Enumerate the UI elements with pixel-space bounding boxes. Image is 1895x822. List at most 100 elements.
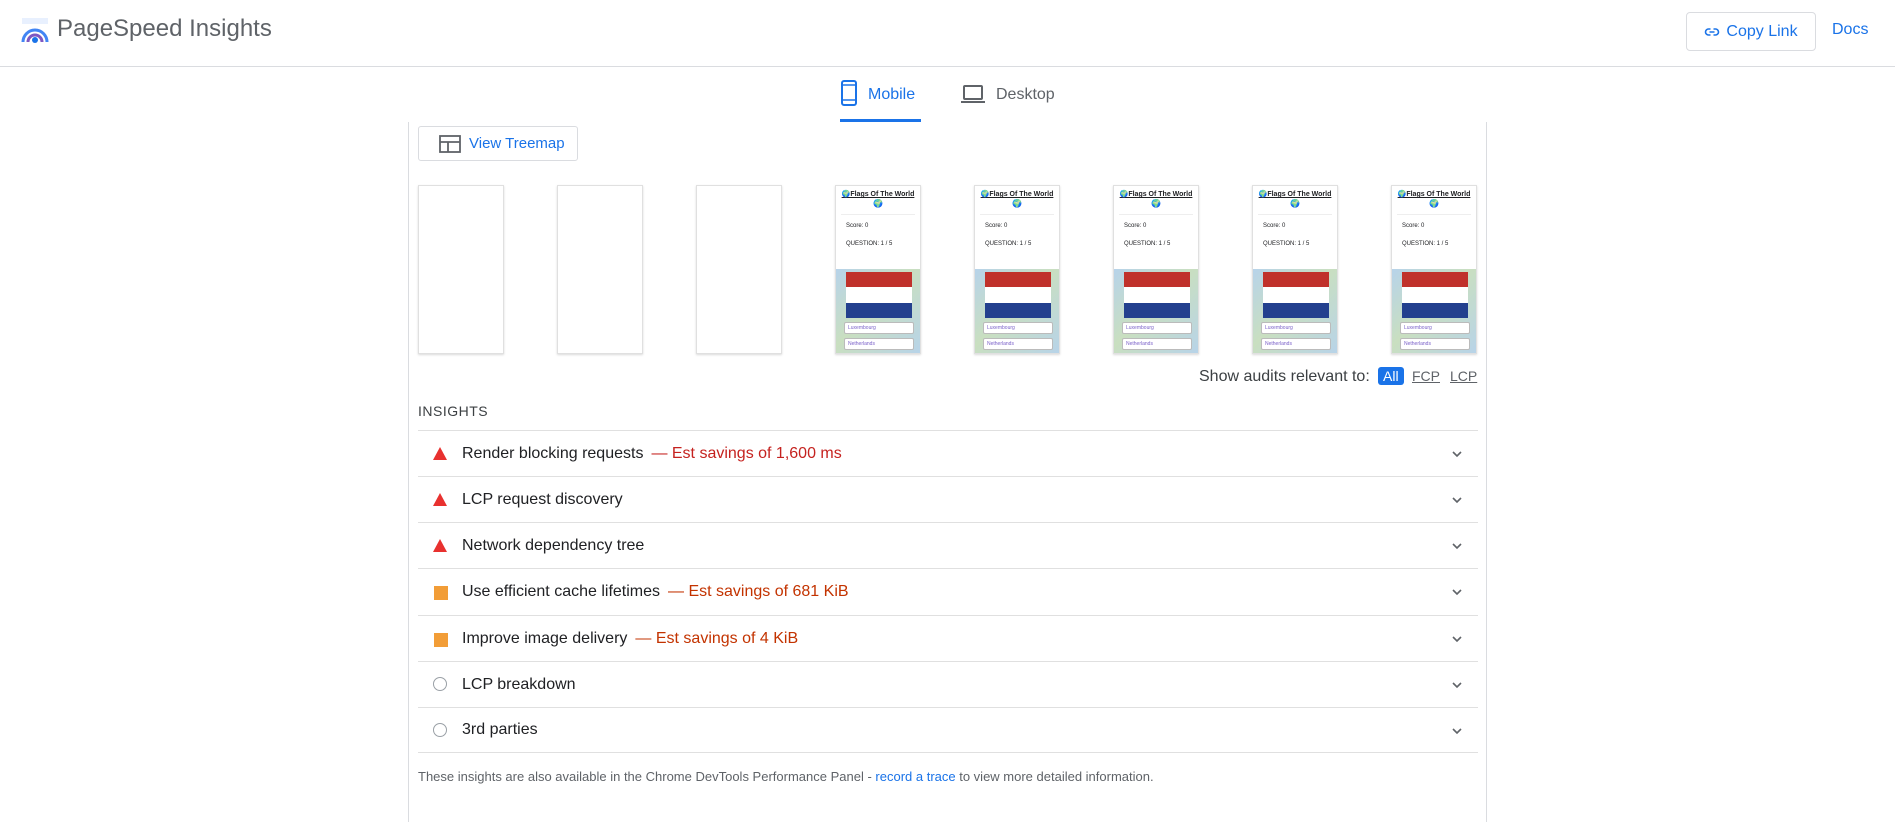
tab-desktop[interactable]: Desktop <box>960 80 1055 122</box>
flag-stripe <box>1124 302 1190 318</box>
frame-score-card: Score: 0 QUESTION: 1 / 5 <box>841 214 915 266</box>
insight-title-wrap: Network dependency tree <box>462 537 644 555</box>
insight-title-wrap: 3rd parties <box>462 721 538 739</box>
tab-mobile[interactable]: Mobile <box>840 80 921 122</box>
frame-flag <box>846 272 912 318</box>
record-trace-link[interactable]: record a trace <box>875 769 955 784</box>
filmstrip-frame: 🌍Flags Of The World 🌍 Score: 0 QUESTION: 1 … <box>974 185 1060 354</box>
chevron-down-icon <box>1452 451 1462 458</box>
frame-title: 🌍Flags Of The World <box>1397 191 1471 198</box>
treemap-icon <box>439 134 461 153</box>
filter-fcp[interactable]: FCP <box>1412 368 1440 384</box>
frame-question: QUESTION: 1 / 5 <box>1402 241 1449 247</box>
flag-stripe <box>1402 302 1468 318</box>
filmstrip-frame <box>418 185 504 354</box>
filmstrip-frame <box>696 185 782 354</box>
frame-option: Luxembourg <box>844 322 914 334</box>
frame-question: QUESTION: 1 / 5 <box>846 241 893 247</box>
filter-lcp[interactable]: LCP <box>1450 368 1477 384</box>
flag-stripe <box>985 287 1051 303</box>
insight-title: LCP breakdown <box>462 675 576 693</box>
copy-link-button[interactable]: Copy Link <box>1686 12 1816 51</box>
fail-triangle-icon <box>433 538 447 552</box>
insight-savings: — Est savings of 4 KiB <box>635 629 799 647</box>
frame-map: Luxembourg Netherlands <box>1253 269 1337 353</box>
filmstrip-frame: 🌍Flags Of The World 🌍 Score: 0 QUESTION: 1 … <box>1252 185 1338 354</box>
pagespeed-logo-icon <box>21 18 49 43</box>
frame-option: Netherlands <box>844 338 914 350</box>
laptop-icon <box>961 85 985 103</box>
filmstrip-frame: 🌍Flags Of The World 🌍 Score: 0 QUESTION: 1 … <box>835 185 921 354</box>
insight-savings: — Est savings of 681 KiB <box>668 582 849 600</box>
average-square-icon <box>434 586 448 600</box>
insight-title: LCP request discovery <box>462 490 623 508</box>
frame-option: Luxembourg <box>983 322 1053 334</box>
app-title: PageSpeed Insights <box>57 15 272 42</box>
insight-title-wrap: Improve image delivery — Est savings of 4… <box>462 630 798 648</box>
frame-title: 🌍Flags Of The World <box>1258 191 1332 198</box>
chevron-down-icon <box>1452 682 1462 689</box>
insight-title: Improve image delivery <box>462 629 628 647</box>
filter-all[interactable]: All <box>1378 367 1404 385</box>
insight-network-dependency-tree[interactable]: Network dependency tree <box>418 522 1478 568</box>
footer-text-after: to view more detailed information. <box>955 769 1154 784</box>
flag-stripe <box>985 302 1051 318</box>
view-treemap-button[interactable]: View Treemap <box>418 126 578 161</box>
globe-icon: 🌍 <box>1429 199 1439 208</box>
info-circle-icon <box>433 677 447 691</box>
fail-triangle-icon <box>433 492 447 506</box>
insight-lcp-request-discovery[interactable]: LCP request discovery <box>418 476 1478 522</box>
frame-map: Luxembourg Netherlands <box>1392 269 1476 353</box>
tab-desktop-label: Desktop <box>996 86 1055 103</box>
globe-icon: 🌍 <box>873 199 883 208</box>
frame-title: 🌍Flags Of The World <box>1119 191 1193 198</box>
footer-text-before: These insights are also available in the… <box>418 769 876 784</box>
frame-option: Luxembourg <box>1261 322 1331 334</box>
flag-stripe <box>1263 272 1329 288</box>
insight-lcp-breakdown[interactable]: LCP breakdown <box>418 661 1478 707</box>
insight-title-wrap: LCP request discovery <box>462 491 623 509</box>
show-audits-label: Show audits relevant to: <box>1199 368 1370 385</box>
frame-flag <box>985 272 1051 318</box>
filmstrip-frame: 🌍Flags Of The World 🌍 Score: 0 QUESTION: 1 … <box>1391 185 1477 354</box>
insight-title: Use efficient cache lifetimes <box>462 582 661 600</box>
globe-icon: 🌍 <box>1151 199 1161 208</box>
flag-stripe <box>1402 272 1468 288</box>
link-icon <box>1705 27 1720 36</box>
frame-option: Netherlands <box>1122 338 1192 350</box>
frame-question: QUESTION: 1 / 5 <box>985 241 1032 247</box>
docs-link[interactable]: Docs <box>1832 21 1868 39</box>
frame-title: 🌍Flags Of The World <box>980 191 1054 198</box>
flag-stripe <box>985 272 1051 288</box>
average-square-icon <box>434 633 448 647</box>
tab-mobile-label: Mobile <box>868 86 916 103</box>
insight-3rd-parties[interactable]: 3rd parties <box>418 707 1478 753</box>
insight-render-blocking[interactable]: Render blocking requests — Est savings of… <box>418 430 1478 476</box>
insight-cache-lifetimes[interactable]: Use efficient cache lifetimes — Est savin… <box>418 568 1478 614</box>
chevron-down-icon <box>1452 636 1462 643</box>
insight-title-wrap: Use efficient cache lifetimes — Est savin… <box>462 583 849 601</box>
globe-icon: 🌍 <box>1012 199 1022 208</box>
flag-stripe <box>1402 287 1468 303</box>
frame-score: Score: 0 <box>846 223 869 229</box>
frame-score-card: Score: 0 QUESTION: 1 / 5 <box>1397 214 1471 266</box>
frame-option: Netherlands <box>983 338 1053 350</box>
frame-option: Netherlands <box>1400 338 1470 350</box>
flag-stripe <box>1263 287 1329 303</box>
frame-flag <box>1124 272 1190 318</box>
frame-title: 🌍Flags Of The World <box>841 191 915 198</box>
chevron-down-icon <box>1452 589 1462 596</box>
globe-icon: 🌍 <box>1290 199 1300 208</box>
insight-title-wrap: Render blocking requests — Est savings of… <box>462 445 842 463</box>
frame-map: Luxembourg Netherlands <box>836 269 920 353</box>
frame-map: Luxembourg Netherlands <box>975 269 1059 353</box>
insight-image-delivery[interactable]: Improve image delivery — Est savings of 4… <box>418 615 1478 661</box>
insights-footer-note: These insights are also available in the… <box>418 769 1154 784</box>
fail-triangle-icon <box>433 446 447 460</box>
top-bar: PageSpeed Insights Copy Link Docs <box>0 0 1895 67</box>
insight-title: Network dependency tree <box>462 536 645 554</box>
frame-score: Score: 0 <box>1402 223 1425 229</box>
frame-question: QUESTION: 1 / 5 <box>1263 241 1310 247</box>
frame-flag <box>1263 272 1329 318</box>
insight-savings: — Est savings of 1,600 ms <box>651 444 842 462</box>
